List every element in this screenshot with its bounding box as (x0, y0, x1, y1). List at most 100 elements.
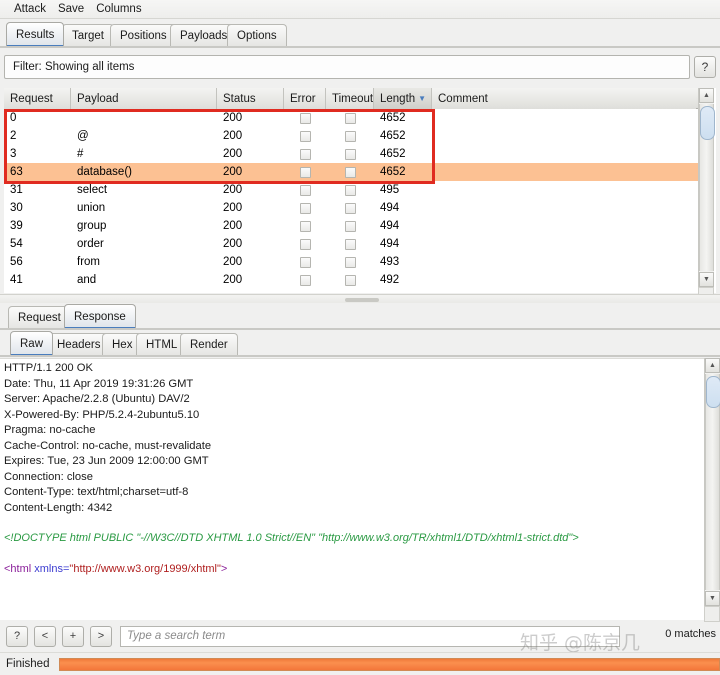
menubar: Attack Save Columns (0, 0, 720, 19)
response-header-line: X-Powered-By: PHP/5.2.4-2ubuntu5.10 (4, 408, 200, 421)
response-viewer[interactable]: HTTP/1.1 200 OK Date: Thu, 11 Apr 2019 19… (0, 358, 704, 620)
cell-timeout-checkbox[interactable] (344, 220, 356, 232)
scroll-down-icon[interactable]: ▼ (699, 272, 714, 287)
table-row[interactable]: 39 group 200 494 (4, 217, 698, 235)
search-next-button[interactable]: > (90, 625, 112, 647)
table-row[interactable]: 41 and 200 492 (4, 271, 698, 287)
cell-status: 200 (223, 166, 243, 178)
cell-status: 200 (223, 220, 243, 232)
cell-error-checkbox[interactable] (299, 148, 311, 160)
cell-request: 54 (10, 238, 23, 250)
table-row[interactable]: 54 order 200 494 (4, 235, 698, 253)
table-row[interactable]: 63 database() 200 4652 (4, 163, 698, 181)
column-header-error[interactable]: Error (284, 88, 326, 109)
tab-raw[interactable]: Raw (10, 331, 54, 355)
cell-timeout-checkbox[interactable] (344, 184, 356, 196)
search-help-button[interactable]: ? (6, 625, 28, 647)
cell-error-checkbox[interactable] (299, 112, 311, 124)
filter-help-button[interactable]: ? (694, 56, 716, 78)
menu-item-save[interactable]: Save (52, 2, 90, 17)
cell-error (284, 163, 326, 181)
tab-render[interactable]: Render (180, 333, 238, 355)
scroll-up-icon[interactable]: ▲ (699, 88, 714, 103)
column-header-timeout[interactable]: Timeout (326, 88, 374, 109)
response-scroll-track[interactable] (705, 374, 720, 590)
column-header-payload[interactable]: Payload (71, 88, 217, 109)
response-scroll-thumb[interactable] (706, 376, 720, 408)
tab-options[interactable]: Options (227, 24, 287, 46)
table-row[interactable]: 2 @200 4652 (4, 127, 698, 145)
column-header-length[interactable]: Length ▼ (374, 88, 432, 109)
cell-error-checkbox[interactable] (299, 220, 311, 232)
cell-timeout (326, 127, 374, 145)
cell-timeout-checkbox[interactable] (344, 202, 356, 214)
tab-results[interactable]: Results (6, 22, 65, 46)
cell-timeout-checkbox[interactable] (344, 166, 356, 178)
cell-timeout (326, 235, 374, 253)
response-scrollbar[interactable]: ▲ ▼ (704, 358, 720, 606)
cell-payload: @ (77, 130, 89, 142)
html-attr-value: "http://www.w3.org/1999/xhtml" (69, 562, 221, 575)
response-scroll-up-icon[interactable]: ▲ (705, 358, 720, 373)
filter-label: Filter: Showing all items (13, 61, 135, 73)
search-prev-button[interactable]: < (34, 625, 56, 647)
cell-timeout-checkbox[interactable] (344, 130, 356, 142)
cell-comment (432, 271, 696, 287)
cell-request: 56 (10, 256, 23, 268)
cell-payload (71, 109, 217, 127)
cell-timeout (326, 253, 374, 271)
cell-error-checkbox[interactable] (299, 256, 311, 268)
response-header-line: Expires: Tue, 23 Jun 2009 12:00:00 GMT (4, 455, 209, 467)
cell-timeout-checkbox[interactable] (344, 148, 356, 160)
menu-item-attack[interactable]: Attack (8, 2, 52, 17)
cell-payload: and (77, 274, 97, 286)
cell-timeout-checkbox[interactable] (344, 112, 356, 124)
splitter-grip[interactable] (345, 298, 379, 302)
cell-timeout-checkbox[interactable] (344, 238, 356, 250)
column-header-comment[interactable]: Comment (432, 88, 696, 109)
cell-error-checkbox[interactable] (299, 274, 311, 286)
response-header-line: Cache-Control: no-cache, must-revalidate (4, 439, 212, 452)
cell-payload: database() (77, 166, 132, 178)
tab-positions[interactable]: Positions (110, 24, 177, 46)
results-scrollbar[interactable]: ▲ ▼ (698, 88, 715, 287)
cell-timeout-checkbox[interactable] (344, 274, 356, 286)
response-scroll-down-icon[interactable]: ▼ (705, 591, 720, 606)
cell-status: 200 (223, 238, 243, 250)
table-row[interactable]: 0 200 4652 (4, 109, 698, 127)
tab-response[interactable]: Response (64, 304, 136, 328)
results-scroll-track[interactable] (699, 104, 715, 271)
search-plus-button[interactable]: + (62, 625, 84, 647)
cell-status: 200 (223, 256, 243, 268)
search-input[interactable]: Type a search term (120, 625, 620, 647)
cell-length: 494 (380, 202, 400, 214)
cell-error-checkbox[interactable] (299, 184, 311, 196)
cell-error-checkbox[interactable] (299, 166, 311, 178)
table-row[interactable]: 31 select 200 495 (4, 181, 698, 199)
cell-payload: group (77, 220, 107, 232)
cell-error (284, 127, 326, 145)
cell-length: 4652 (380, 166, 406, 178)
cell-timeout-checkbox[interactable] (344, 256, 356, 268)
column-header-status[interactable]: Status (217, 88, 284, 109)
cell-error-checkbox[interactable] (299, 130, 311, 142)
cell-timeout (326, 181, 374, 199)
view-tab-underline (0, 355, 720, 357)
tab-request[interactable]: Request (8, 306, 71, 328)
table-row[interactable]: 30 union 200 494 (4, 199, 698, 217)
cell-length: 4652 (380, 148, 406, 160)
cell-error-checkbox[interactable] (299, 238, 311, 250)
table-row[interactable]: 3 #200 4652 (4, 145, 698, 163)
tab-target[interactable]: Target (62, 24, 114, 46)
results-scroll-thumb[interactable] (700, 106, 715, 140)
table-body[interactable]: 0 200 4652 2 @200 4652 3 #200 4652 63 database() 20… (4, 109, 698, 287)
column-header-request[interactable]: Request (4, 88, 71, 109)
table-row[interactable]: 56 from 200 493 (4, 253, 698, 271)
cell-status: 200 (223, 112, 243, 124)
cell-status: 200 (223, 130, 243, 142)
menu-item-columns[interactable]: Columns (90, 2, 147, 17)
table-header-row: Request Payload Status Error Timeout Len… (4, 88, 698, 109)
cell-error-checkbox[interactable] (299, 202, 311, 214)
filter-bar[interactable]: Filter: Showing all items (4, 55, 690, 79)
tab-headers[interactable]: Headers (47, 333, 111, 355)
